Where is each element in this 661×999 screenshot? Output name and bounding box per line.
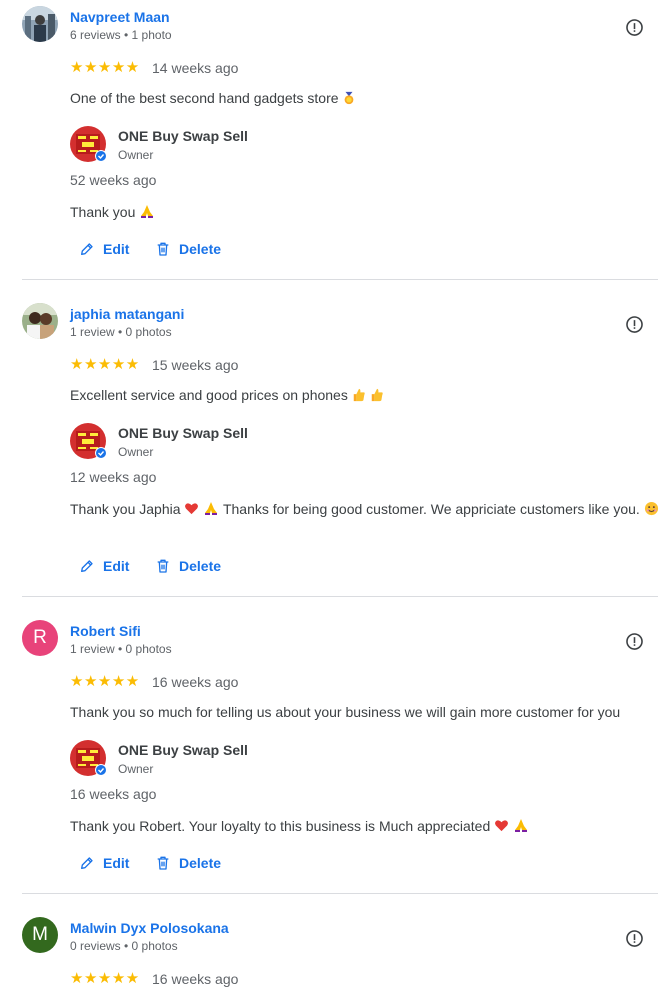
reviewer-meta: 1 review • 0 photos [70,642,172,656]
owner-logo-icon [70,126,106,162]
star-rating: ★★★★★ [70,59,140,76]
review-text-content: One of the best second hand gadgets stor… [70,90,339,106]
edit-button[interactable]: Edit [79,855,129,871]
edit-label: Edit [103,558,130,574]
report-flag-icon[interactable] [625,18,644,37]
edit-label: Edit [103,241,130,257]
edit-button[interactable]: Edit [79,241,129,257]
photo-avatar-icon [22,303,58,339]
owner-logo-icon [70,423,106,459]
edit-label: Edit [103,855,130,871]
report-flag-icon[interactable] [625,929,644,948]
report-flag-icon[interactable] [625,315,644,334]
delete-label: Delete [179,241,222,257]
owner-name: ONE Buy Swap Sell [118,742,248,758]
pencil-icon [79,855,95,871]
medal-emoji-icon [342,91,356,105]
smile-emoji-icon [644,501,659,516]
reply-text: Thank you Japhia Thanks for being good c… [70,499,660,519]
reply-date: 52 weeks ago [70,172,157,188]
review-date: 15 weeks ago [152,357,239,373]
star-rating: ★★★★★ [70,356,140,373]
reviewer-name[interactable]: Robert Sifi [70,623,141,639]
reply-text-part-a: Thank you Japhia [70,501,181,517]
report-flag-icon[interactable] [625,632,644,651]
owner-name: ONE Buy Swap Sell [118,425,248,441]
pray-emoji-icon [139,203,155,219]
edit-button[interactable]: Edit [79,558,129,574]
avatar-letter: R [33,627,47,648]
star-rating: ★★★★★ [70,673,140,690]
thumbs-up-emoji-icon [370,388,384,402]
delete-label: Delete [179,558,222,574]
review-divider [22,279,658,280]
reply-text: Thank you Robert. Your loyalty to this b… [70,816,660,836]
heart-emoji-icon [494,818,509,833]
review-date: 14 weeks ago [152,60,239,76]
pencil-icon [79,241,95,257]
reply-date: 16 weeks ago [70,786,157,802]
pray-emoji-icon [203,500,219,516]
heart-emoji-icon [184,501,199,516]
review-text: Thank you so much for telling us about y… [70,704,621,720]
delete-button[interactable]: Delete [155,241,221,257]
reply-text: Thank you [70,202,660,222]
reply-text-part-b: Thanks for being good customer. We appri… [222,501,640,517]
owner-role: Owner [118,445,154,459]
reviewer-name[interactable]: Navpreet Maan [70,9,170,25]
delete-button[interactable]: Delete [155,558,221,574]
trash-icon [155,855,171,871]
star-rating: ★★★★★ [70,970,140,987]
review-text: Excellent service and good prices on pho… [70,385,660,405]
pray-emoji-icon [513,817,529,833]
photo-avatar-icon [22,6,58,42]
reply-date: 12 weeks ago [70,469,157,485]
owner-role: Owner [118,762,154,776]
reviewer-name[interactable]: Malwin Dyx Polosokana [70,920,229,936]
reviewer-meta: 0 reviews • 0 photos [70,939,178,953]
trash-icon [155,558,171,574]
trash-icon [155,241,171,257]
thumbs-up-emoji-icon [352,388,366,402]
review-text-content: Excellent service and good prices on pho… [70,387,348,403]
review-divider [22,893,658,894]
owner-name: ONE Buy Swap Sell [118,128,248,144]
review-text: One of the best second hand gadgets stor… [70,88,660,108]
reviewer-meta: 6 reviews • 1 photo [70,28,172,42]
delete-label: Delete [179,855,222,871]
reviewer-avatar[interactable]: M [22,917,58,953]
owner-logo-icon [70,740,106,776]
reply-text-content: Thank you [70,204,136,220]
reply-text-content: Thank you Robert. Your loyalty to this b… [70,818,491,834]
delete-button[interactable]: Delete [155,855,221,871]
reviewer-avatar[interactable] [22,303,58,339]
owner-role: Owner [118,148,154,162]
review-divider [22,596,658,597]
review-date: 16 weeks ago [152,674,239,690]
reviewer-avatar[interactable] [22,6,58,42]
pencil-icon [79,558,95,574]
reviewer-avatar[interactable]: R [22,620,58,656]
reviewer-name[interactable]: japhia matangani [70,306,184,322]
review-date: 16 weeks ago [152,971,239,987]
avatar-letter: M [32,924,48,945]
reviewer-meta: 1 review • 0 photos [70,325,172,339]
